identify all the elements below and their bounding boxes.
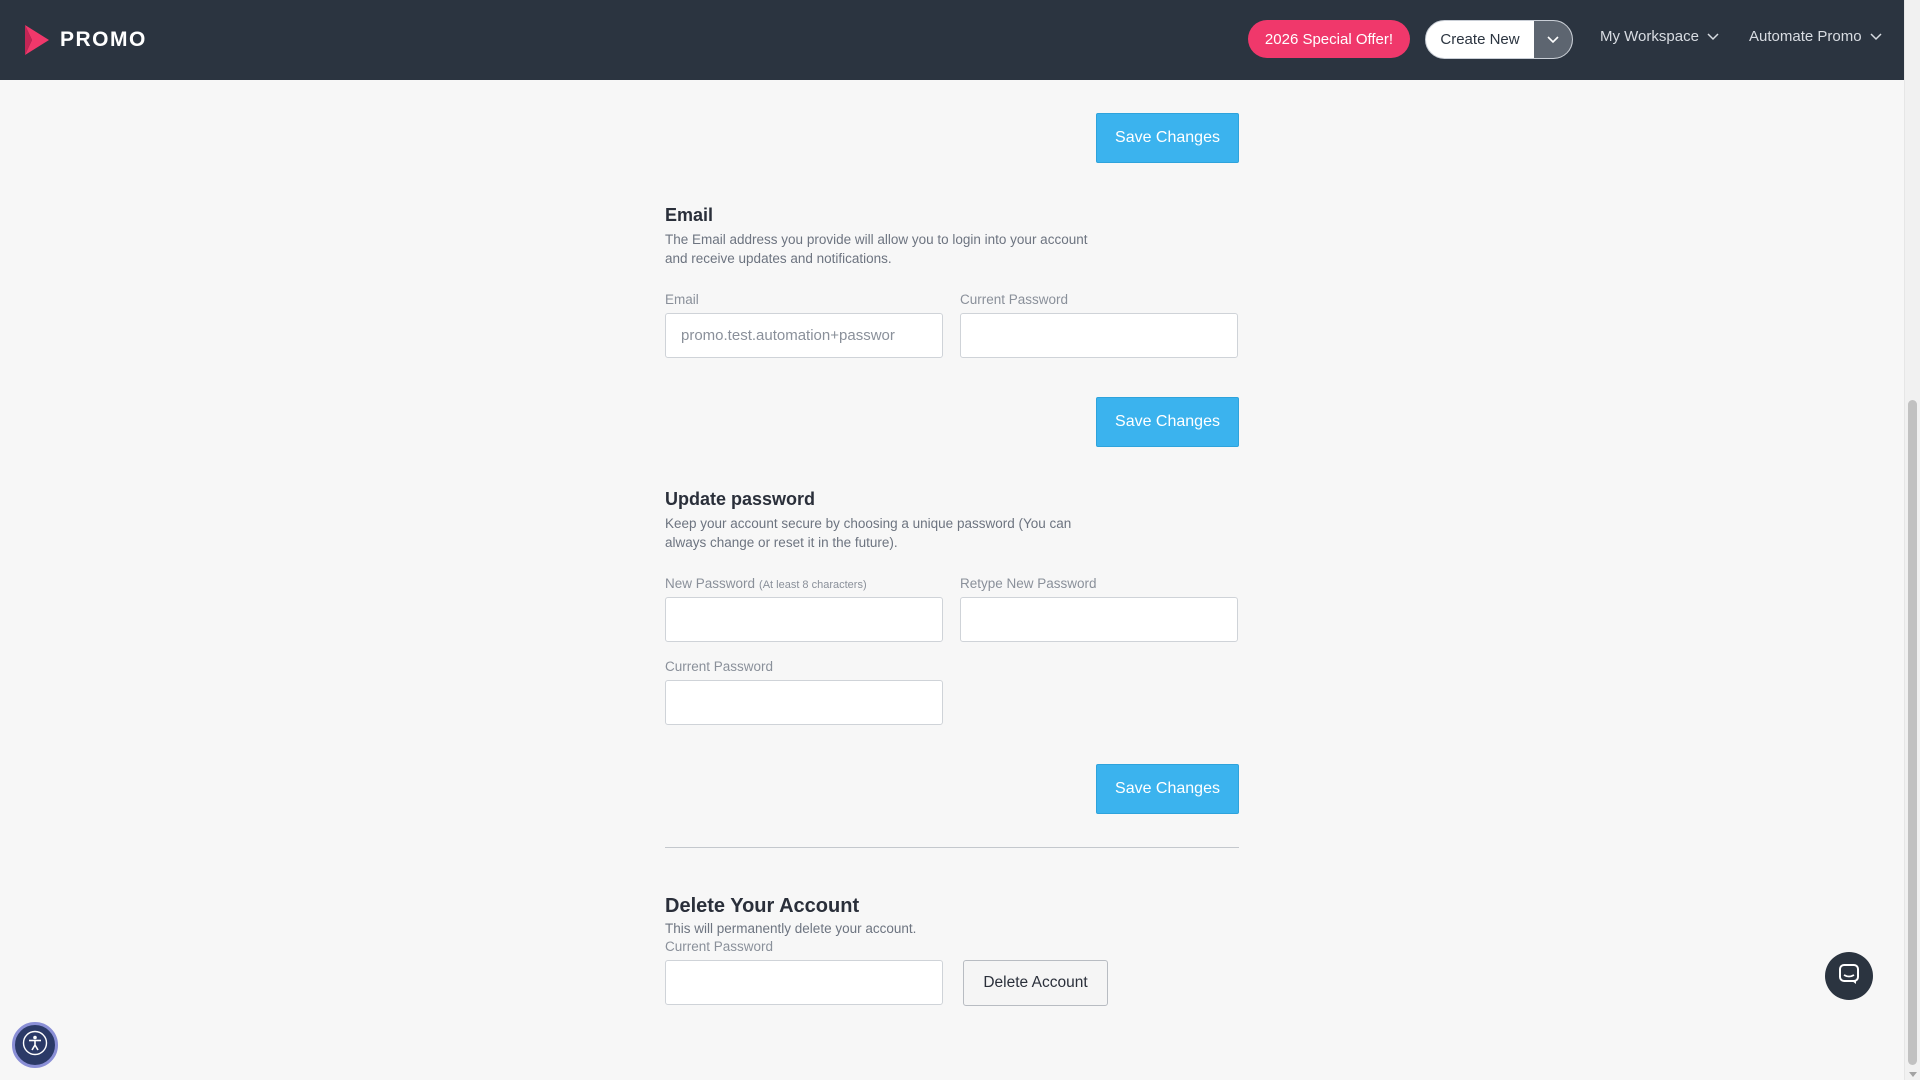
account-menu-label: Automate Promo: [1749, 28, 1862, 45]
brand-logo[interactable]: PROMO: [22, 22, 147, 58]
delete-account-button[interactable]: Delete Account: [963, 960, 1108, 1006]
new-password-hint: (At least 8 characters): [759, 579, 867, 591]
chevron-down-icon: [1547, 31, 1559, 49]
retype-password-field[interactable]: [960, 597, 1238, 642]
email-current-password-field[interactable]: [960, 313, 1238, 358]
email-label: Email: [665, 292, 699, 307]
delete-current-password-field[interactable]: [665, 960, 943, 1005]
retype-password-label: Retype New Password: [960, 576, 1097, 591]
account-menu[interactable]: Automate Promo: [1749, 28, 1882, 45]
chat-launcher-button[interactable]: [1825, 952, 1873, 1000]
create-new-button[interactable]: Create New: [1426, 21, 1534, 58]
create-new-dropdown-toggle[interactable]: [1534, 21, 1572, 58]
play-logo-icon: [22, 23, 52, 57]
workspace-menu-label: My Workspace: [1600, 28, 1699, 45]
page-scrollbar[interactable]: [1904, 0, 1920, 1080]
delete-current-password-label: Current Password: [665, 939, 774, 954]
chevron-down-icon: [1707, 32, 1719, 41]
brand-name: PROMO: [60, 28, 147, 51]
new-password-label: New Password (At least 8 characters): [665, 576, 867, 591]
workspace-menu[interactable]: My Workspace: [1600, 28, 1719, 45]
email-section-description: The Email address you provide will allow…: [665, 232, 1088, 266]
delete-section-description: This will permanently delete your accoun…: [665, 921, 917, 936]
save-changes-button-email[interactable]: Save Changes: [1096, 397, 1239, 447]
email-field[interactable]: [665, 313, 943, 358]
delete-section-title: Delete Your Account: [665, 895, 860, 917]
settings-page: PROMO 2026 Special Offer! Create New My …: [0, 0, 1904, 1080]
special-offer-button[interactable]: 2026 Special Offer!: [1248, 20, 1410, 58]
top-navbar: PROMO 2026 Special Offer! Create New My …: [0, 0, 1904, 80]
save-changes-button-password[interactable]: Save Changes: [1096, 764, 1239, 814]
save-changes-button-profile[interactable]: Save Changes: [1096, 113, 1239, 163]
section-divider: [665, 847, 1239, 848]
password-current-password-label: Current Password: [665, 659, 774, 674]
new-password-field[interactable]: [665, 597, 943, 642]
chat-icon: [1838, 963, 1860, 990]
chevron-down-icon: [1870, 32, 1882, 41]
password-section-description: Keep your account secure by choosing a u…: [665, 516, 1072, 550]
email-current-password-label: Current Password: [960, 292, 1069, 307]
create-new-group: Create New: [1425, 20, 1573, 59]
scroll-down-arrow-icon[interactable]: [1909, 1072, 1917, 1077]
password-current-password-field[interactable]: [665, 680, 943, 725]
accessibility-icon: [22, 1030, 48, 1061]
accessibility-button[interactable]: [12, 1022, 58, 1068]
password-section-title: Update password: [665, 489, 816, 509]
scrollbar-thumb[interactable]: [1908, 400, 1917, 1065]
email-section-title: Email: [665, 205, 714, 225]
new-password-label-text: New Password: [665, 576, 756, 591]
